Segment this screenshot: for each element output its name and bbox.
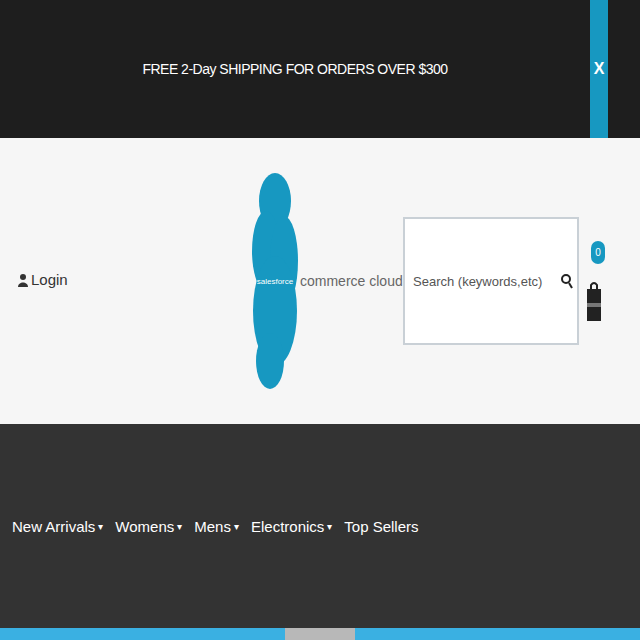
promo-text: FREE 2-Day SHIPPING FOR ORDERS OVER $300 — [0, 0, 590, 138]
hero-photo — [285, 628, 355, 640]
nav-item[interactable]: New Arrivals▾ — [12, 518, 103, 535]
store-page: FREE 2-Day SHIPPING FOR ORDERS OVER $300… — [0, 0, 640, 640]
promo-banner: FREE 2-Day SHIPPING FOR ORDERS OVER $300… — [0, 0, 640, 138]
caret-icon: ▾ — [234, 521, 239, 532]
nav-item[interactable]: Electronics▾ — [251, 518, 332, 535]
caret-icon: ▾ — [327, 521, 332, 532]
site-header: Login salesforce commerce cloud 0 — [0, 138, 640, 424]
nav-item[interactable]: Womens▾ — [115, 518, 182, 535]
logo-brand: salesforce — [257, 277, 293, 286]
close-button[interactable]: X — [590, 0, 608, 138]
nav-item[interactable]: Mens▾ — [194, 518, 239, 535]
logo[interactable]: salesforce commerce cloud — [252, 171, 403, 391]
hero-banner — [0, 628, 640, 640]
main-nav: New Arrivals▾ Womens▾ Mens▾ Electronics▾ Top… — [0, 424, 640, 628]
user-icon — [18, 273, 28, 287]
login-link[interactable]: Login — [18, 271, 68, 288]
cart-button[interactable]: 0 — [587, 241, 607, 321]
caret-icon: ▾ — [98, 521, 103, 532]
cloud-logo-icon: salesforce — [252, 171, 298, 391]
caret-icon: ▾ — [177, 521, 182, 532]
search-input[interactable] — [411, 273, 559, 290]
search-field[interactable] — [403, 217, 579, 345]
logo-product: commerce cloud — [300, 273, 403, 289]
cart-count-badge: 0 — [591, 241, 605, 264]
magnifier-icon[interactable] — [561, 273, 573, 289]
bag-icon — [587, 281, 601, 321]
nav-item[interactable]: Top Sellers — [344, 518, 418, 535]
